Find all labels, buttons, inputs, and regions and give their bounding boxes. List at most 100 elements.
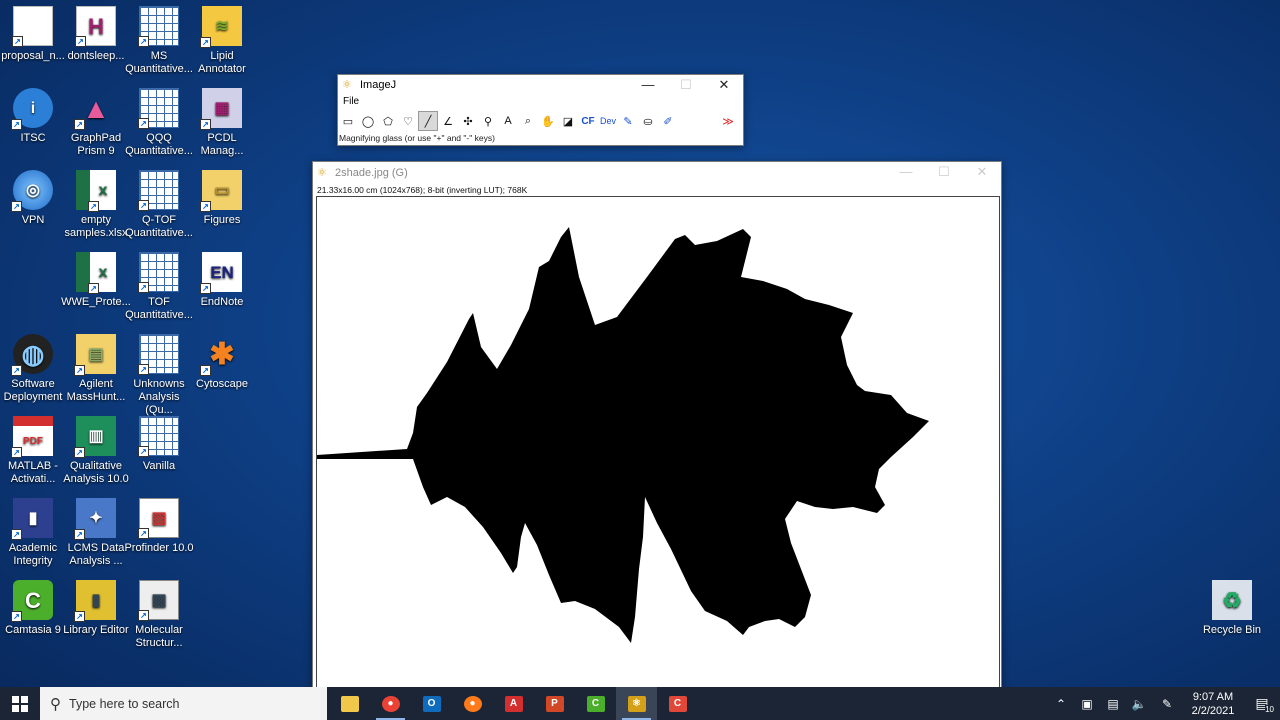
system-tray: ⌃ ▣ ▤ 🔈 ✎ 9:07 AM 2/2/2021 ▤ 10 — [1048, 687, 1280, 720]
maximize-button[interactable]: ☐ — [925, 162, 963, 184]
desktop-icon[interactable]: ▮ ↗ Academic Integrity — [0, 498, 68, 568]
desktop-icon[interactable]: ↗ Vanilla — [124, 416, 194, 473]
qual-icon: ▥ ↗ — [74, 416, 116, 458]
desktop-icon[interactable]: x ↗ WWE_Prote... — [61, 252, 131, 309]
network-icon[interactable]: ▤ — [1100, 697, 1126, 711]
clock[interactable]: 9:07 AM 2/2/2021 — [1182, 690, 1244, 718]
imagej-status: Magnifying glass (or use "+" and "-" key… — [339, 133, 495, 143]
taskbar-app-chrome[interactable]: ● — [370, 687, 411, 720]
document-icon: ↗ — [12, 6, 53, 47]
image-canvas[interactable] — [316, 196, 1000, 690]
menu-file[interactable]: File — [343, 96, 359, 107]
desktop-icon-label: Qualitative Analysis 10.0 — [63, 460, 129, 485]
powerpoint-icon: P — [545, 695, 564, 712]
desktop-icon-label: GraphPad Prism 9 — [70, 132, 122, 157]
desktop-icon[interactable]: PDF ↗ MATLAB - Activati... — [0, 416, 68, 486]
magnifier-tool-icon[interactable]: ⌕ — [518, 111, 538, 131]
imagej-titlebar[interactable]: ⚛ ImageJ — ☐ ✕ — [338, 75, 743, 95]
blank-tool-icon[interactable] — [698, 111, 718, 131]
network-drive-icon[interactable]: ▣ — [1074, 697, 1100, 711]
pen-icon[interactable]: ✎ — [1152, 697, 1182, 711]
start-button[interactable] — [0, 687, 40, 720]
desktop-icon[interactable]: ≋ ↗ Lipid Annotator — [187, 6, 257, 76]
flood-fill-tool-icon[interactable]: ⛀ — [638, 111, 658, 131]
cf-tool-icon[interactable]: CF — [578, 111, 598, 131]
point-tool-icon[interactable]: ✣ — [458, 111, 478, 131]
desktop-icon[interactable]: ✱ ↗ Cytoscape — [187, 334, 257, 391]
desktop-icon-label: MS Quantitative... — [125, 50, 193, 75]
desktop-icon[interactable]: ▮ ↗ Library Editor — [61, 580, 131, 637]
minimize-button[interactable]: — — [629, 75, 667, 95]
desktop-icon[interactable]: ▲ ↗ GraphPad Prism 9 — [61, 88, 131, 158]
desktop-icon[interactable]: ▦ ↗ PCDL Manag... — [187, 88, 257, 158]
taskbar-app-camtasia[interactable]: C — [575, 687, 616, 720]
shortcut-arrow-icon: ↗ — [74, 611, 85, 622]
microscope-icon: ⚛ — [342, 79, 352, 91]
desktop-icon[interactable]: ▤ ↗ Agilent MassHunt... — [61, 334, 131, 404]
desktop-icon[interactable]: ✦ ↗ LCMS Data Analysis ... — [61, 498, 131, 568]
blank-tool-icon[interactable] — [678, 111, 698, 131]
desktop-icon[interactable]: EN ↗ EndNote — [187, 252, 257, 309]
desktop-icon[interactable]: H ↗ dontsleep... — [61, 6, 131, 63]
desktop-icon-label: Agilent MassHunt... — [66, 378, 126, 403]
minimize-button[interactable]: — — [887, 162, 925, 184]
desktop-icon[interactable]: ▭ ↗ Figures — [187, 170, 257, 227]
wand-tool-icon[interactable]: ⚲ — [478, 111, 498, 131]
lipid-icon: ≋ ↗ — [200, 6, 242, 48]
desktop-icon[interactable]: ↗ MS Quantitative... — [124, 6, 194, 76]
microscope-icon: ⚛ — [317, 167, 327, 179]
shortcut-arrow-icon: ↗ — [11, 529, 22, 540]
acrobat-icon: A — [504, 695, 523, 712]
taskbar-app-camtasia-recorder[interactable]: C — [657, 687, 698, 720]
desktop-icon[interactable]: ↗ Unknowns Analysis (Qu... — [124, 334, 194, 417]
desktop-icon[interactable]: ↗ Q-TOF Quantitative... — [124, 170, 194, 240]
taskbar-app-acrobat[interactable]: A — [493, 687, 534, 720]
taskbar-app-file-explorer[interactable] — [329, 687, 370, 720]
desktop-icon[interactable]: ▩ ↗ Molecular Structur... — [124, 580, 194, 650]
book-icon: ▮ ↗ — [11, 498, 53, 540]
lcms-icon: ✦ ↗ — [74, 498, 116, 540]
grid-app-icon: ↗ — [138, 88, 179, 129]
imagej-window[interactable]: ⚛ ImageJ — ☐ ✕ File ▭ ◯ ⬠ ♡ ╱ ∠ ✣ ⚲ A ⌕ ✋ ◪ CF Dev ✎ ⛀ ✐… — [337, 74, 744, 146]
shortcut-arrow-icon: ↗ — [11, 201, 22, 212]
desktop-icon[interactable]: ↗ TOF Quantitative... — [124, 252, 194, 322]
freehand-tool-icon[interactable]: ♡ — [398, 111, 418, 131]
taskbar-app-outlook[interactable]: O — [411, 687, 452, 720]
taskbar-app-imagej[interactable]: ⚛ — [616, 687, 657, 720]
image-window[interactable]: ⚛ 2shade.jpg (G) — ☐ ✕ 21.33x16.00 cm (1… — [312, 161, 1002, 690]
desktop-icon[interactable]: ♻ Recycle Bin — [1197, 580, 1267, 637]
hand-tool-icon[interactable]: ✋ — [538, 111, 558, 131]
taskbar-app-firefox[interactable]: ● — [452, 687, 493, 720]
angle-tool-icon[interactable]: ∠ — [438, 111, 458, 131]
desktop-icon[interactable]: ◍ ↗ Software Deployment — [0, 334, 68, 404]
rectangle-tool-icon[interactable]: ▭ — [338, 111, 358, 131]
chevron-up-icon[interactable]: ⌃ — [1048, 697, 1074, 711]
line-tool-icon[interactable]: ╱ — [418, 111, 438, 131]
notification-button[interactable]: ▤ 10 — [1244, 687, 1280, 720]
oval-tool-icon[interactable]: ◯ — [358, 111, 378, 131]
desktop-icon-label: WWE_Prote... — [61, 296, 131, 308]
pipette-tool-icon[interactable]: ✐ — [658, 111, 678, 131]
search-box[interactable]: ⚲ Type here to search — [40, 687, 327, 720]
close-button[interactable]: ✕ — [963, 162, 1001, 184]
polygon-tool-icon[interactable]: ⬠ — [378, 111, 398, 131]
taskbar-app-powerpoint[interactable]: P — [534, 687, 575, 720]
imagej-title: ImageJ — [360, 79, 397, 91]
dev-tool-icon[interactable]: Dev — [598, 111, 618, 131]
close-button[interactable]: ✕ — [705, 75, 743, 95]
file-explorer-icon — [340, 695, 359, 712]
desktop-icon[interactable]: ↗ proposal_n... — [0, 6, 68, 63]
desktop-icon[interactable]: i ↗ ITSC — [0, 88, 68, 145]
desktop-icon[interactable]: ▧ ↗ Profinder 10.0 — [124, 498, 194, 555]
desktop-icon[interactable]: ↗ QQQ Quantitative... — [124, 88, 194, 158]
text-tool-icon[interactable]: A — [498, 111, 518, 131]
more-tools-icon[interactable]: ≫ — [718, 111, 738, 131]
desktop-icon[interactable]: ◎ ↗ VPN — [0, 170, 68, 227]
desktop-icon[interactable]: x ↗ empty samples.xlsx — [61, 170, 131, 240]
image-titlebar[interactable]: ⚛ 2shade.jpg (G) — ☐ ✕ — [313, 162, 1001, 184]
brush-tool-icon[interactable]: ✎ — [618, 111, 638, 131]
color-picker-tool-icon[interactable]: ◪ — [558, 111, 578, 131]
desktop-icon[interactable]: ▥ ↗ Qualitative Analysis 10.0 — [61, 416, 131, 486]
volume-icon[interactable]: 🔈 — [1126, 697, 1152, 711]
desktop-icon[interactable]: C ↗ Camtasia 9 — [0, 580, 68, 637]
